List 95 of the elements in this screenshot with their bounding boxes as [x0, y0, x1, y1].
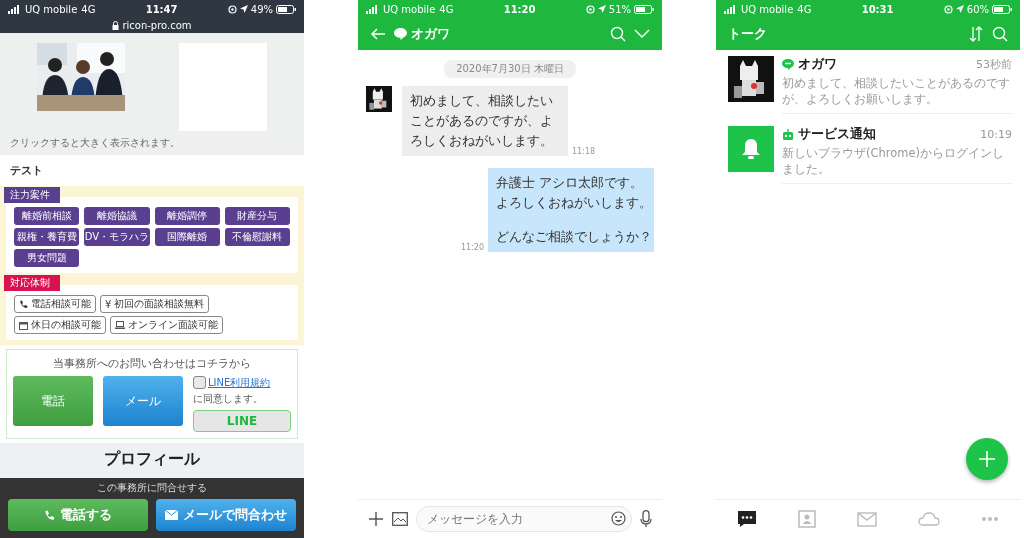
mail-contact-button[interactable]: メールで問合わせ [156, 499, 296, 531]
search-icon[interactable] [992, 26, 1008, 42]
alarm-icon [943, 4, 953, 14]
section-title: テスト [9, 163, 44, 179]
support-label: 休日の相談可能 [31, 318, 101, 332]
calendar-icon [19, 320, 28, 330]
status-time: 10:31 [860, 3, 895, 15]
microphone-icon[interactable] [640, 510, 652, 528]
contacts-tab-icon[interactable] [797, 510, 816, 528]
battery-percent: 51% [608, 3, 631, 15]
speech-bubble-icon [394, 28, 407, 40]
chat-preview: 新しいブラウザ(Chrome)からログインしました。 [782, 145, 1006, 178]
case-tag: 不倫慰謝料 [224, 228, 290, 246]
signal-icon [366, 4, 379, 14]
carrier-label: UQ mobile [383, 3, 436, 15]
message-bubble: 初めまして、相談したいことがあるのですが、よろしくおねがいします。 [402, 86, 568, 156]
mail-tab-icon[interactable] [856, 511, 877, 527]
carrier-label: UQ mobile [25, 3, 78, 15]
bell-icon [741, 138, 761, 161]
location-icon [239, 5, 248, 13]
support-label: 電話相談可能 [31, 297, 91, 311]
message-line: 弁護士 アシロ太郎です。 [496, 174, 644, 192]
support-label: オンライン面談可能 [128, 318, 218, 332]
sort-icon[interactable] [968, 26, 984, 42]
case-tag: 国際離婚 [154, 228, 220, 246]
case-tag: 離婚調停 [154, 207, 220, 225]
location-icon [955, 5, 964, 13]
phone-button[interactable]: 電話 [13, 376, 93, 426]
signal-icon [8, 4, 21, 14]
contact-title: 当事務所へのお問い合わせはコチラから [53, 356, 251, 371]
message-time: 11:20 [460, 242, 484, 252]
robot-icon [782, 128, 794, 141]
terms-checkbox[interactable] [193, 376, 206, 389]
alarm-icon [227, 4, 237, 14]
emoji-icon[interactable] [611, 511, 626, 526]
call-button[interactable]: 電話する [8, 499, 148, 531]
cloud-tab-icon[interactable] [918, 512, 941, 526]
chat-title: オガワ [411, 25, 450, 43]
profile-heading: プロフィール [104, 449, 200, 470]
terms-text: に同意します。 [193, 392, 263, 406]
message-line: よろしくおねがいします。 [496, 194, 646, 212]
status-time: 11:20 [502, 3, 537, 15]
speech-bubble-icon [782, 59, 794, 70]
image-caption: クリックすると大きく表示されます。 [10, 136, 180, 150]
section-ribbon: 対応体制 [4, 275, 60, 291]
network-label: 4G [439, 3, 454, 15]
search-icon[interactable] [610, 26, 626, 42]
battery-percent: 49% [250, 3, 273, 15]
date-label: 2020年7月30日 木曜日 [444, 60, 576, 78]
support-label: 初回の面談相談無料 [114, 297, 205, 311]
back-arrow-icon[interactable] [370, 28, 386, 40]
more-tab-icon[interactable] [981, 516, 1000, 522]
message-input[interactable]: メッセージを入力 [416, 506, 632, 532]
add-button[interactable] [966, 438, 1008, 480]
image-icon[interactable] [392, 512, 408, 526]
chat-tab-icon[interactable] [736, 510, 757, 528]
battery-icon [276, 4, 296, 14]
phone-icon [44, 509, 55, 521]
signal-icon [724, 4, 737, 14]
section-ribbon: 注力案件 [4, 187, 60, 203]
phone-icon [19, 299, 28, 309]
battery-icon [634, 4, 654, 14]
case-tag: 男女問題 [14, 249, 80, 267]
case-tag: DV・モラハラ [84, 228, 150, 246]
terms-link[interactable]: LINE利用規約 [208, 376, 271, 390]
battery-percent: 60% [966, 3, 989, 15]
chat-preview: 初めまして、相談したいことがあるのですが、よろしくお願いします。 [782, 75, 1011, 108]
carrier-label: UQ mobile [741, 3, 794, 15]
lock-icon [112, 21, 120, 30]
url-text[interactable]: ricon-pro.com [122, 20, 192, 31]
contact-bar-title: この事務所に問合せする [97, 481, 207, 495]
yen-icon: ¥ [105, 298, 112, 310]
screen-title: トーク [728, 25, 768, 43]
case-tag: 親権・養育費 [14, 228, 80, 246]
case-tag: 財産分与 [224, 207, 290, 225]
chat-time: 53秒前 [976, 57, 1012, 72]
location-icon [597, 5, 606, 13]
chat-time: 10:19 [980, 128, 1012, 142]
network-label: 4G [797, 3, 812, 15]
mail-button[interactable]: メール [103, 376, 183, 426]
alarm-icon [585, 4, 595, 14]
battery-icon [992, 4, 1012, 14]
mail-icon [165, 510, 178, 520]
laptop-icon [115, 321, 125, 329]
message-time: 11:18 [572, 147, 596, 156]
line-button[interactable]: LINE [193, 410, 291, 432]
plus-icon[interactable] [368, 511, 384, 527]
chat-name: サービス通知 [798, 126, 877, 144]
network-label: 4G [81, 3, 96, 15]
chat-name: オガワ [798, 56, 838, 73]
plus-icon [978, 450, 996, 468]
chevron-down-icon[interactable] [634, 29, 650, 39]
case-tag: 離婚協議 [84, 207, 150, 225]
status-time: 11:47 [144, 3, 179, 15]
case-tag: 離婚前相談 [14, 207, 80, 225]
